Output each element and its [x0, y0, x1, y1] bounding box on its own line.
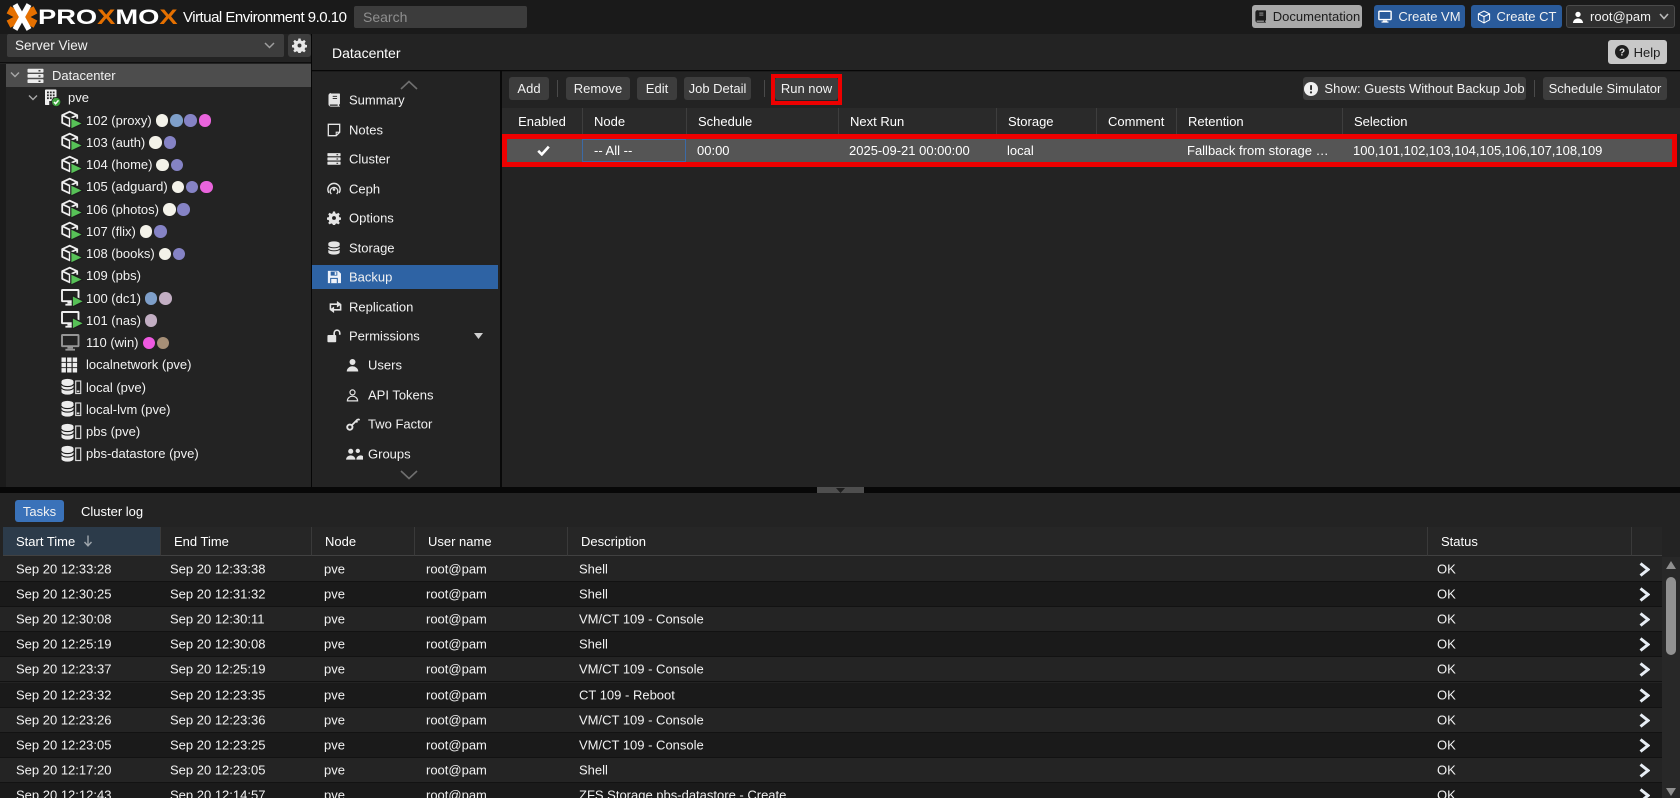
- svg-text:?: ?: [1619, 48, 1625, 59]
